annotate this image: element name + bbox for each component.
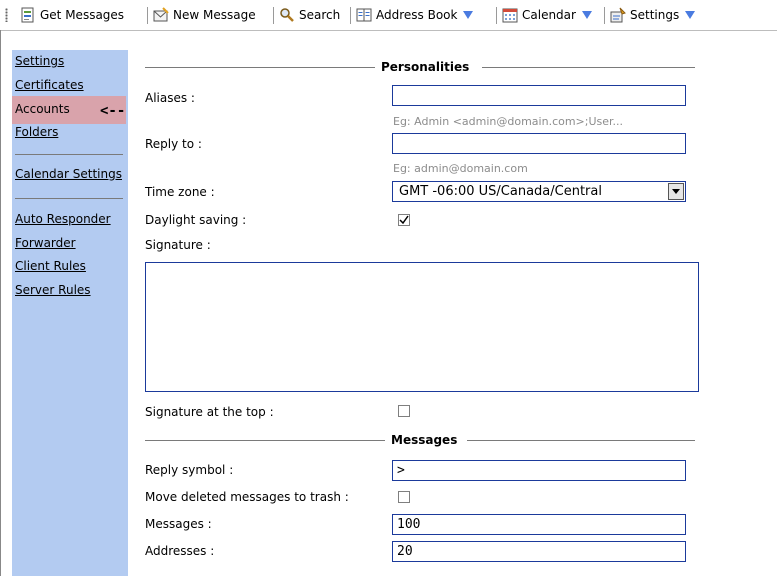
chevron-down-icon[interactable] (668, 183, 684, 200)
address-book-icon (356, 7, 372, 23)
window-border (0, 30, 1, 576)
pointer-arrow: <-- (100, 103, 126, 119)
reply-symbol-input[interactable] (392, 460, 686, 481)
settings-dropdown-icon[interactable] (685, 11, 696, 19)
reply-symbol-label: Reply symbol : (145, 463, 234, 477)
sidebar-item-client-rules[interactable]: Client Rules (15, 259, 86, 273)
search-button[interactable]: Search (279, 6, 340, 24)
timezone-label: Time zone : (145, 185, 215, 199)
sidebar-divider (15, 154, 123, 155)
toolbar-separator (496, 7, 497, 24)
signature-top-label: Signature at the top : (145, 405, 274, 419)
new-message-button[interactable]: New Message (153, 6, 256, 24)
get-messages-icon (20, 7, 36, 23)
address-book-label: Address Book (376, 8, 458, 22)
toolbar-separator (147, 7, 148, 24)
get-messages-label: Get Messages (40, 8, 125, 22)
messages-per-page-input[interactable] (392, 514, 686, 535)
checkmark-icon (399, 215, 409, 225)
calendar-dropdown-icon[interactable] (581, 11, 592, 19)
sidebar-divider (15, 198, 123, 199)
toolbar-grip[interactable] (5, 8, 8, 22)
timezone-select[interactable]: GMT -06:00 US/Canada/Central (392, 181, 686, 202)
settings-button[interactable]: Settings (610, 6, 696, 24)
sidebar-item-auto-responder[interactable]: Auto Responder (15, 212, 111, 226)
search-icon (279, 7, 295, 23)
addresses-per-page-input[interactable] (392, 541, 686, 562)
aliases-label: Aliases : (145, 91, 195, 105)
timezone-value: GMT -06:00 US/Canada/Central (399, 184, 602, 199)
signature-top-checkbox[interactable] (398, 405, 410, 417)
new-message-label: New Message (173, 8, 256, 22)
addresses-per-page-label: Addresses : (145, 544, 215, 558)
messages-per-page-label: Messages : (145, 517, 212, 531)
toolbar-separator (350, 7, 351, 24)
reply-to-input[interactable] (392, 133, 686, 154)
sidebar-item-forwarder[interactable]: Forwarder (15, 236, 76, 250)
calendar-label: Calendar (522, 8, 576, 22)
toolbar: Get Messages New Message Search Address … (0, 0, 777, 31)
messages-title: Messages (391, 433, 458, 447)
new-message-icon (153, 7, 169, 23)
get-messages-button[interactable]: Get Messages (20, 6, 124, 24)
sidebar-item-calendar-settings[interactable]: Calendar Settings (15, 167, 122, 181)
signature-label: Signature : (145, 238, 211, 252)
aliases-input[interactable] (392, 85, 686, 106)
settings-icon (610, 7, 626, 23)
signature-textarea[interactable] (145, 262, 699, 392)
move-to-trash-checkbox[interactable] (398, 491, 410, 503)
address-book-button[interactable]: Address Book (356, 6, 474, 24)
personalities-section-header: Personalities (145, 60, 695, 74)
calendar-button[interactable]: Calendar (502, 6, 592, 24)
sidebar-item-folders[interactable]: Folders (15, 125, 58, 139)
daylight-saving-label: Daylight saving : (145, 213, 247, 227)
search-label: Search (299, 8, 341, 22)
reply-to-label: Reply to : (145, 137, 202, 151)
calendar-icon (502, 7, 518, 23)
sidebar-item-server-rules[interactable]: Server Rules (15, 283, 91, 297)
reply-to-hint: Eg: admin@domain.com (393, 162, 528, 175)
aliases-hint: Eg: Admin <admin@domain.com>;User... (393, 115, 624, 128)
personalities-title: Personalities (381, 60, 470, 74)
sidebar-item-accounts[interactable]: Accounts (15, 102, 70, 116)
move-to-trash-label: Move deleted messages to trash : (145, 490, 349, 504)
toolbar-separator (273, 7, 274, 24)
toolbar-separator (604, 7, 605, 24)
messages-section-header: Messages (145, 433, 695, 447)
address-book-dropdown-icon[interactable] (463, 11, 474, 19)
sidebar-item-settings[interactable]: Settings (15, 54, 64, 68)
daylight-saving-checkbox[interactable] (398, 214, 410, 226)
sidebar-item-certificates[interactable]: Certificates (15, 78, 84, 92)
settings-label: Settings (630, 8, 680, 22)
